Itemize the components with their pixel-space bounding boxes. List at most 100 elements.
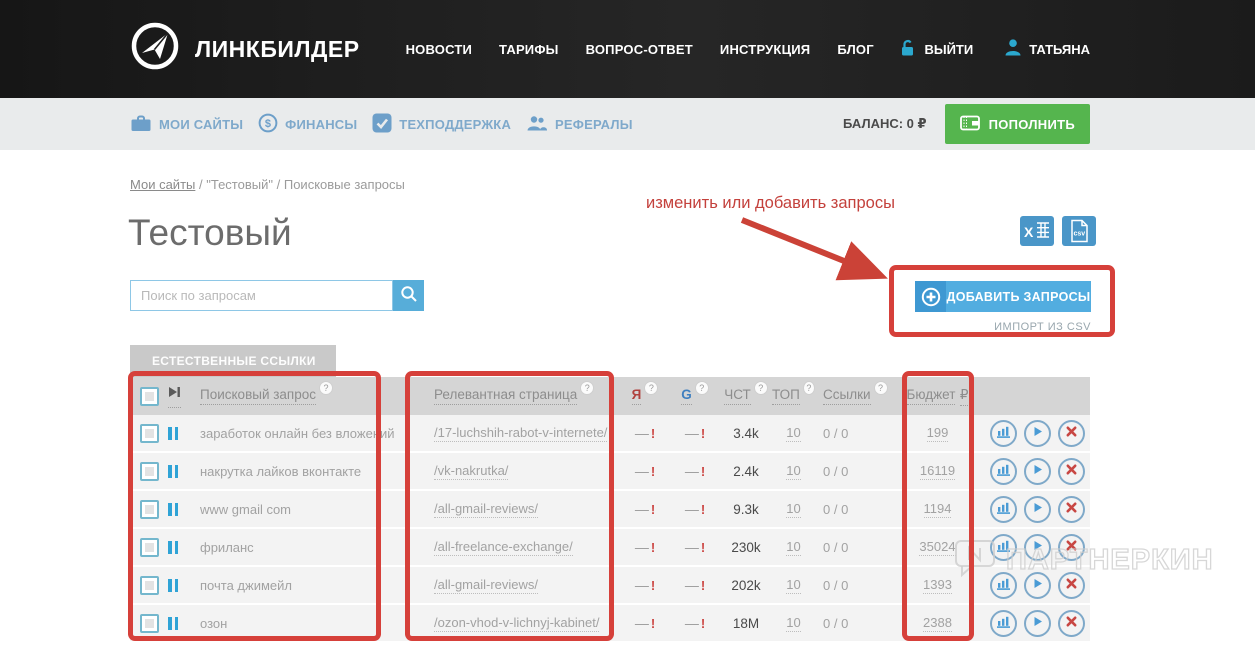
start-button[interactable] xyxy=(1024,533,1051,561)
start-button[interactable] xyxy=(1024,609,1051,637)
select-all-checkbox[interactable] xyxy=(139,386,159,406)
budget-value[interactable]: 2388 xyxy=(923,615,952,632)
relevant-page-link[interactable]: /vk-nakrutka/ xyxy=(434,463,509,480)
chart-icon xyxy=(997,425,1010,441)
stats-button[interactable] xyxy=(990,533,1017,561)
budget-value[interactable]: 199 xyxy=(926,425,949,442)
help-badge-icon[interactable]: ? xyxy=(802,381,815,395)
delete-button[interactable] xyxy=(1058,609,1085,637)
start-button[interactable] xyxy=(1024,419,1051,447)
queries-table: Поисковый запрос ? Релевантная страница … xyxy=(130,377,1090,643)
user-link[interactable]: ТАТЬЯНА xyxy=(1005,39,1090,59)
plus-circle-icon xyxy=(915,281,946,312)
nav-item-instruction[interactable]: ИНСТРУКЦИЯ xyxy=(720,42,810,57)
pause-icon[interactable] xyxy=(168,426,178,440)
pause-icon[interactable] xyxy=(168,502,178,516)
pause-icon[interactable] xyxy=(168,616,178,630)
column-header-page: Релевантная страница xyxy=(434,387,578,405)
pause-all-icon[interactable] xyxy=(168,385,181,408)
subnav-item-finance[interactable]: $ ФИНАНСЫ xyxy=(258,113,357,136)
csv-export-icon[interactable]: csv xyxy=(1062,216,1096,251)
wallet-icon xyxy=(959,115,980,134)
relevant-page-link[interactable]: /all-gmail-reviews/ xyxy=(434,501,539,518)
relevant-page-link[interactable]: /all-gmail-reviews/ xyxy=(434,577,539,594)
help-badge-icon[interactable]: ? xyxy=(694,381,709,395)
subnav-item-referrals[interactable]: РЕФЕРАЛЫ xyxy=(526,113,633,136)
help-badge-icon[interactable]: ? xyxy=(753,381,768,395)
top-value[interactable]: 10 xyxy=(786,539,801,556)
help-badge-icon[interactable]: ? xyxy=(644,381,659,395)
nav-item-news[interactable]: НОВОСТИ xyxy=(406,42,472,57)
row-checkbox[interactable] xyxy=(139,537,159,557)
pause-icon[interactable] xyxy=(168,540,178,554)
row-checkbox[interactable] xyxy=(139,461,159,481)
table-row: www gmail com /all-gmail-reviews/ — ! — … xyxy=(130,491,1090,529)
top-value[interactable]: 10 xyxy=(786,425,801,442)
people-icon xyxy=(526,114,548,135)
yandex-position: — xyxy=(634,501,649,517)
nav-item-blog[interactable]: БЛОГ xyxy=(837,42,873,57)
top-value[interactable]: 10 xyxy=(786,615,801,632)
account-nav: МОИ САЙТЫ $ ФИНАНСЫ ТЕХПОДДЕРЖКА РЕФЕРАЛ… xyxy=(130,113,633,136)
delete-button[interactable] xyxy=(1058,457,1085,485)
nav-item-tariffs[interactable]: ТАРИФЫ xyxy=(499,42,559,57)
delete-button[interactable] xyxy=(1058,495,1085,523)
row-checkbox[interactable] xyxy=(139,499,159,519)
stats-button[interactable] xyxy=(990,419,1017,447)
links-count: 0 / 0 xyxy=(823,501,849,517)
relevant-page-link[interactable]: /ozon-vhod-v-lichnyj-kabinet/ xyxy=(434,615,600,632)
play-icon xyxy=(1031,463,1044,479)
topup-button[interactable]: ПОПОЛНИТЬ xyxy=(944,104,1090,144)
budget-value[interactable]: 1393 xyxy=(923,577,952,594)
help-badge-icon[interactable]: ? xyxy=(580,381,595,395)
top-value[interactable]: 10 xyxy=(786,501,801,518)
help-badge-icon[interactable]: ? xyxy=(873,381,888,395)
top-value[interactable]: 10 xyxy=(786,577,801,594)
stats-button[interactable] xyxy=(990,457,1017,485)
delete-button[interactable] xyxy=(1058,533,1085,561)
budget-value[interactable]: 16119 xyxy=(919,463,956,480)
paper-plane-logo-icon xyxy=(130,21,180,77)
links-count: 0 / 0 xyxy=(823,615,849,631)
pause-icon[interactable] xyxy=(168,578,178,592)
delete-button[interactable] xyxy=(1058,419,1085,447)
subnav-item-my-sites[interactable]: МОИ САЙТЫ xyxy=(130,113,243,136)
stats-button[interactable] xyxy=(990,495,1017,523)
relevant-page-link[interactable]: /all-freelance-exchange/ xyxy=(434,539,573,556)
row-checkbox[interactable] xyxy=(139,423,159,443)
help-badge-icon[interactable]: ? xyxy=(319,381,334,395)
logout-link[interactable]: ВЫЙТИ xyxy=(898,39,973,60)
tab-natural-links[interactable]: ЕСТЕСТВЕННЫЕ ССЫЛКИ xyxy=(130,345,336,377)
budget-value[interactable]: 1194 xyxy=(923,501,952,518)
yandex-alert: ! xyxy=(650,577,656,593)
breadcrumb-my-sites[interactable]: Мои сайты xyxy=(130,177,195,192)
stats-button[interactable] xyxy=(990,571,1017,599)
row-checkbox[interactable] xyxy=(139,575,159,595)
search-button[interactable] xyxy=(393,280,424,311)
table-row: озон /ozon-vhod-v-lichnyj-kabinet/ — ! —… xyxy=(130,605,1090,643)
nav-item-faq[interactable]: ВОПРОС-ОТВЕТ xyxy=(586,42,693,57)
start-button[interactable] xyxy=(1024,495,1051,523)
start-button[interactable] xyxy=(1024,571,1051,599)
frequency-value: 2.4k xyxy=(733,463,759,479)
frequency-value: 18M xyxy=(732,615,760,631)
play-icon xyxy=(1031,615,1044,631)
top-value[interactable]: 10 xyxy=(786,463,801,480)
budget-value[interactable]: 35024 xyxy=(919,539,956,556)
subnav-item-support[interactable]: ТЕХПОДДЕРЖКА xyxy=(372,113,511,136)
add-queries-button[interactable]: ДОБАВИТЬ ЗАПРОСЫ xyxy=(915,281,1091,312)
pause-icon[interactable] xyxy=(168,464,178,478)
start-button[interactable] xyxy=(1024,457,1051,485)
stats-button[interactable] xyxy=(990,609,1017,637)
delete-button[interactable] xyxy=(1058,571,1085,599)
import-csv-link[interactable]: ИМПОРТ ИЗ CSV xyxy=(915,317,1091,335)
row-checkbox[interactable] xyxy=(139,613,159,633)
frequency-value: 230k xyxy=(731,539,761,555)
relevant-page-link[interactable]: /17-luchshih-rabot-v-internete/ xyxy=(434,425,608,442)
excel-export-icon[interactable]: X xyxy=(1015,216,1054,251)
yandex-position: — xyxy=(634,615,649,631)
search-input[interactable] xyxy=(130,280,393,311)
google-position: — xyxy=(684,615,699,631)
brand-logo[interactable]: ЛИНКБИЛДЕР xyxy=(130,21,360,77)
table-row: заработок онлайн без вложений /17-luchsh… xyxy=(130,415,1090,453)
